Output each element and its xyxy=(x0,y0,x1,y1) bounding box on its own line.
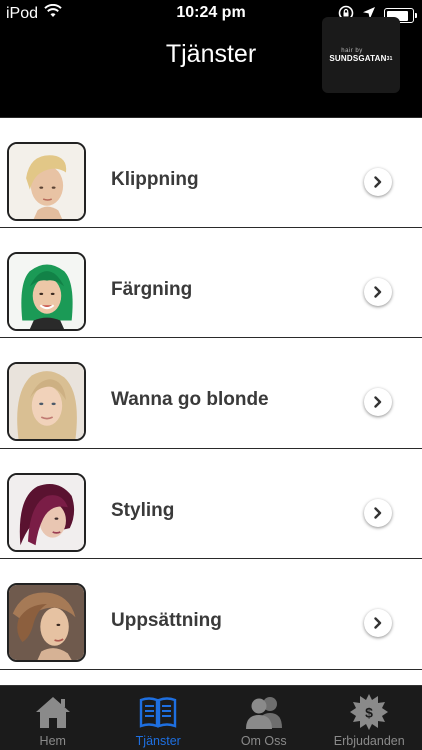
tab-label: Hem xyxy=(39,734,66,748)
chevron-right-icon[interactable] xyxy=(364,498,392,527)
people-icon xyxy=(244,694,284,730)
navigation-header: Tjänster hair by SUNDSGATAN31 xyxy=(0,17,422,117)
tab-label: Om Oss xyxy=(240,734,287,748)
tab-tjanster[interactable]: Tjänster xyxy=(106,686,212,750)
home-icon xyxy=(34,694,72,730)
chevron-right-icon[interactable] xyxy=(364,388,392,417)
service-label: Färgning xyxy=(111,278,193,300)
service-thumbnail-wanna-go-blonde xyxy=(7,362,86,442)
chevron-right-icon[interactable] xyxy=(364,168,392,196)
price-badge-icon: $ xyxy=(350,694,389,730)
brand-logo[interactable]: hair by SUNDSGATAN31 xyxy=(322,17,400,93)
services-list: Klippning Färgning Wanna go blonde Styli… xyxy=(0,117,422,685)
chevron-right-icon[interactable] xyxy=(364,609,392,638)
service-thumbnail-fargning xyxy=(7,251,86,331)
service-thumbnail-styling xyxy=(7,472,86,552)
tab-label: Erbjudanden xyxy=(333,734,405,748)
svg-text:$: $ xyxy=(365,705,373,721)
tab-om-oss[interactable]: Om Oss xyxy=(211,686,317,750)
service-row-styling[interactable]: Styling xyxy=(0,448,422,560)
logo-number: 31 xyxy=(386,55,393,62)
service-row-uppsattning[interactable]: Uppsättning xyxy=(0,559,422,670)
tab-hem[interactable]: Hem xyxy=(0,686,106,750)
tab-bar: Hem Tjänster Om Oss $ Erbjudanden xyxy=(0,685,422,750)
service-row-klippning[interactable]: Klippning xyxy=(0,117,422,228)
service-thumbnail-uppsattning xyxy=(7,583,86,663)
book-icon xyxy=(139,694,177,730)
service-label: Wanna go blonde xyxy=(111,389,269,411)
logo-main-text: SUNDSGATAN31 xyxy=(329,54,392,63)
tab-label: Tjänster xyxy=(135,734,181,748)
service-label: Klippning xyxy=(111,169,199,190)
service-row-fargning[interactable]: Färgning xyxy=(0,227,422,339)
service-label: Uppsättning xyxy=(111,610,222,632)
service-row-wanna-go-blonde[interactable]: Wanna go blonde xyxy=(0,338,422,449)
tab-erbjudanden[interactable]: $ Erbjudanden xyxy=(317,686,422,750)
service-thumbnail-klippning xyxy=(7,142,86,221)
service-label: Styling xyxy=(111,499,175,521)
logo-name: SUNDSGATAN xyxy=(329,53,387,63)
chevron-right-icon[interactable] xyxy=(364,277,392,306)
